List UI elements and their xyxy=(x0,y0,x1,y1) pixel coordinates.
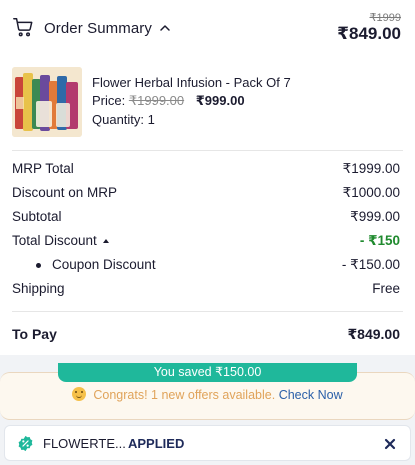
product-mrp: ₹1999.00 xyxy=(128,93,185,108)
summary-row-total-discount[interactable]: Total Discount - ₹150 xyxy=(12,233,400,251)
summary-value: ₹999.00 xyxy=(350,209,400,224)
summary-row-subtotal: Subtotal ₹999.00 xyxy=(12,209,400,227)
price-label: Price: xyxy=(92,93,126,108)
summary-label: Coupon Discount xyxy=(52,257,156,272)
product-name[interactable]: Flower Herbal Infusion - Pack Of 7 xyxy=(92,75,291,90)
total-discount-label: Total Discount xyxy=(12,233,97,248)
to-pay-value: ₹849.00 xyxy=(347,326,400,342)
chevron-up-icon[interactable] xyxy=(158,21,172,35)
close-icon[interactable] xyxy=(380,434,400,454)
summary-row-coupon-discount: Coupon Discount - ₹150.00 xyxy=(12,257,400,275)
summary-label: Total Discount xyxy=(12,233,109,248)
applied-coupon-card: FLOWERTE... APPLIED xyxy=(4,425,411,461)
header-title: Order Summary xyxy=(44,20,152,37)
header-original-total: ₹1999 xyxy=(369,12,401,24)
product-price: ₹999.00 xyxy=(195,93,245,108)
product-item: Flower Herbal Infusion - Pack Of 7 Price… xyxy=(12,67,407,139)
divider xyxy=(12,150,403,151)
to-pay-row: To Pay ₹849.00 xyxy=(12,326,400,346)
summary-label: Discount on MRP xyxy=(12,185,118,200)
emoji-icon xyxy=(72,387,87,401)
summary-value: ₹1999.00 xyxy=(342,161,400,176)
coupon-status: APPLIED xyxy=(128,436,185,451)
product-image xyxy=(12,67,82,137)
cart-icon xyxy=(13,18,33,37)
check-now-link[interactable]: Check Now xyxy=(279,388,343,402)
caret-up-icon[interactable] xyxy=(102,239,109,243)
summary-value: ₹1000.00 xyxy=(342,185,400,200)
order-summary-card: Order Summary ₹1999 ₹849.00 Flower Herba… xyxy=(0,0,415,355)
bullet-icon xyxy=(36,263,41,268)
order-summary-header[interactable]: Order Summary ₹1999 ₹849.00 xyxy=(0,0,415,56)
header-total: ₹849.00 xyxy=(337,24,401,43)
summary-row-discount-on-mrp: Discount on MRP ₹1000.00 xyxy=(12,185,400,203)
product-quantity: Quantity: 1 xyxy=(92,112,155,127)
summary-label: Subtotal xyxy=(12,209,62,224)
coupon-badge-icon xyxy=(18,435,33,452)
savings-badge: You saved ₹150.00 xyxy=(58,363,357,382)
summary-row-mrp-total: MRP Total ₹1999.00 xyxy=(12,161,400,179)
to-pay-label: To Pay xyxy=(12,326,57,342)
congrats-text: Congrats! 1 new offers available. xyxy=(93,388,276,402)
summary-value: - ₹150.00 xyxy=(341,257,400,272)
summary-row-shipping: Shipping Free xyxy=(12,281,400,299)
divider xyxy=(12,311,403,312)
summary-label: Shipping xyxy=(12,281,65,296)
product-price-row: Price: ₹1999.00 ₹999.00 xyxy=(92,93,245,109)
summary-label: MRP Total xyxy=(12,161,74,176)
offers-banner: Congrats! 1 new offers available. Check … xyxy=(0,387,415,402)
summary-value: Free xyxy=(372,281,400,296)
coupon-code: FLOWERTE... xyxy=(43,436,126,451)
summary-value: - ₹150 xyxy=(359,233,400,248)
